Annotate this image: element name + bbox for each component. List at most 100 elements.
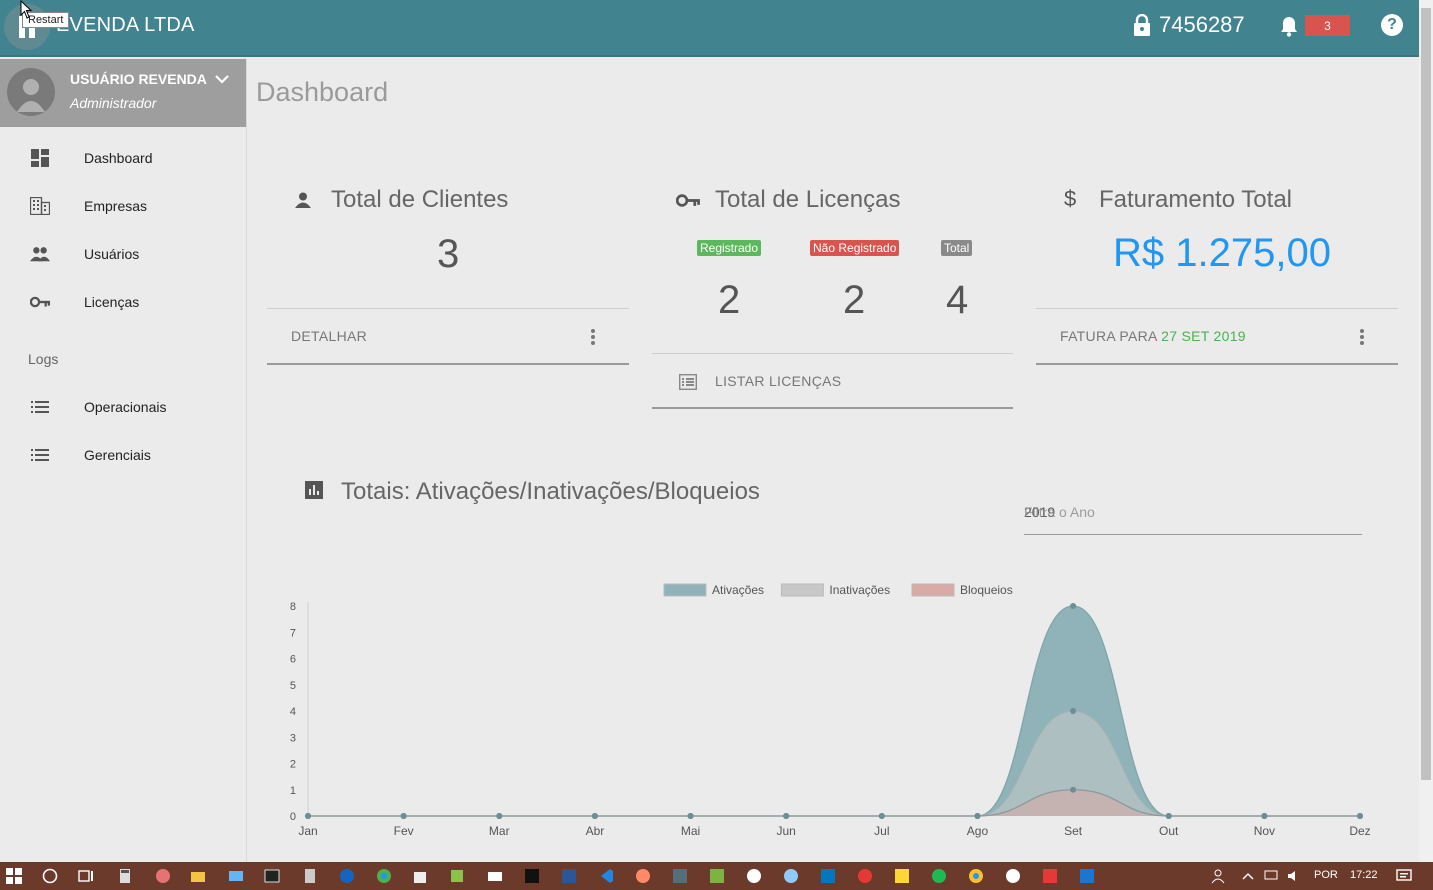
y-tick-label: 4 bbox=[290, 706, 296, 718]
clients-total-value: 3 bbox=[437, 232, 460, 276]
language-indicator[interactable]: POR bbox=[1314, 869, 1338, 881]
spotify-icon[interactable] bbox=[931, 868, 947, 884]
bell-icon[interactable] bbox=[1279, 15, 1299, 37]
app-icon[interactable] bbox=[339, 868, 355, 884]
sidebar-item-label: Operacionais bbox=[84, 399, 167, 415]
people-icon bbox=[30, 244, 50, 264]
list-icon bbox=[30, 445, 50, 465]
app-icon[interactable] bbox=[449, 868, 465, 884]
app-icon[interactable] bbox=[783, 868, 799, 884]
y-tick-label: 7 bbox=[290, 627, 296, 639]
people-tray-icon[interactable] bbox=[1210, 868, 1226, 884]
windows-taskbar: POR 17:22 bbox=[0, 862, 1433, 890]
card-bottom-border bbox=[1036, 363, 1398, 365]
chrome-icon[interactable] bbox=[968, 868, 984, 884]
sidebar-item-empresas[interactable]: Empresas bbox=[0, 186, 246, 226]
year-filter-input[interactable]: 2019 Filtra o Ano bbox=[1024, 504, 1362, 535]
legend-swatch bbox=[780, 583, 824, 597]
user-role: Administrador bbox=[70, 95, 157, 111]
y-tick-label: 2 bbox=[290, 759, 296, 771]
help-icon[interactable]: ? bbox=[1381, 14, 1403, 36]
calculator-icon[interactable] bbox=[117, 868, 133, 884]
sidebar-item-dashboard[interactable]: Dashboard bbox=[0, 138, 246, 178]
vscode-icon[interactable] bbox=[598, 868, 614, 884]
word-icon[interactable] bbox=[561, 868, 577, 884]
list-alt-icon bbox=[679, 374, 697, 390]
y-tick-label: 6 bbox=[290, 654, 296, 666]
sidebar-section-logs: Logs bbox=[28, 351, 59, 367]
legend-swatch bbox=[663, 583, 707, 597]
sidebar-item-gerenciais[interactable]: Gerenciais bbox=[0, 435, 246, 475]
data-point bbox=[878, 813, 885, 819]
invoice-date: 27 SET 2019 bbox=[1161, 328, 1246, 344]
sidebar-item-licencas[interactable]: Licenças bbox=[0, 282, 246, 322]
network-icon[interactable] bbox=[1263, 868, 1279, 884]
license-code-text: 7456287 bbox=[1159, 12, 1245, 37]
app-icon[interactable] bbox=[857, 868, 873, 884]
year-filter-label: Filtra o Ano bbox=[1024, 504, 1095, 520]
series-area-1 bbox=[308, 711, 1360, 816]
search-circle-icon[interactable] bbox=[42, 868, 58, 884]
app-icon[interactable] bbox=[635, 868, 651, 884]
card-bottom-border bbox=[652, 407, 1013, 409]
card-bottom-border bbox=[267, 363, 629, 365]
phpstorm-icon[interactable] bbox=[524, 868, 540, 884]
volume-icon[interactable] bbox=[1286, 868, 1302, 884]
data-point bbox=[1070, 603, 1077, 609]
terminal-icon[interactable] bbox=[264, 868, 280, 884]
folder-icon[interactable] bbox=[190, 868, 206, 884]
chrome-icon[interactable] bbox=[376, 868, 392, 884]
sidebar-item-operacionais[interactable]: Operacionais bbox=[0, 387, 246, 427]
unregistered-badge: Não Registrado bbox=[810, 240, 900, 256]
detail-button[interactable]: DETALHAR bbox=[291, 328, 367, 344]
x-tick-label: Out bbox=[1159, 824, 1179, 838]
trello-icon[interactable] bbox=[820, 868, 836, 884]
sidebar-item-usuarios[interactable]: Usuários bbox=[0, 234, 246, 274]
licenses-card-title: Total de Licenças bbox=[715, 186, 901, 213]
sidebar-item-label: Gerenciais bbox=[84, 447, 151, 463]
chart-title: Totais: Ativações/Inativações/Bloqueios bbox=[341, 478, 760, 505]
invoice-link[interactable]: FATURA PARA 27 SET 2019 bbox=[1060, 328, 1246, 344]
app-icon[interactable] bbox=[1079, 868, 1095, 884]
app-icon[interactable] bbox=[155, 868, 171, 884]
app-icon[interactable] bbox=[746, 868, 762, 884]
mail-icon[interactable] bbox=[487, 868, 503, 884]
key-icon bbox=[30, 292, 50, 312]
list-licenses-button[interactable]: LISTAR LICENÇAS bbox=[715, 373, 841, 389]
app-icon[interactable] bbox=[709, 868, 725, 884]
app-icon[interactable] bbox=[1005, 868, 1021, 884]
chevron-down-icon[interactable] bbox=[214, 73, 230, 87]
data-point bbox=[783, 813, 790, 819]
chevron-up-icon[interactable] bbox=[1240, 868, 1256, 884]
app-icon[interactable] bbox=[894, 868, 910, 884]
task-view-icon[interactable] bbox=[78, 868, 94, 884]
x-tick-label: Mar bbox=[489, 824, 510, 838]
data-point bbox=[496, 813, 503, 819]
notification-center-icon[interactable] bbox=[1396, 868, 1412, 884]
more-options-icon[interactable] bbox=[591, 329, 595, 347]
app-icon[interactable] bbox=[228, 868, 244, 884]
app-icon[interactable] bbox=[672, 868, 688, 884]
x-tick-label: Jul bbox=[874, 824, 889, 838]
unregistered-count: 2 bbox=[843, 278, 866, 322]
x-tick-label: Fev bbox=[394, 824, 414, 838]
dashboard-icon bbox=[30, 148, 50, 168]
store-icon[interactable] bbox=[412, 868, 428, 884]
more-options-icon[interactable] bbox=[1360, 329, 1364, 347]
legend-label: Bloqueios bbox=[960, 583, 1013, 597]
scrollbar-thumb[interactable] bbox=[1421, 8, 1431, 780]
data-point bbox=[974, 813, 981, 819]
user-panel[interactable]: USUÁRIO REVENDA Administrador bbox=[0, 59, 246, 127]
app-icon[interactable] bbox=[1042, 868, 1058, 884]
list-icon bbox=[30, 397, 50, 417]
y-tick-label: 8 bbox=[290, 601, 296, 613]
card-divider bbox=[1036, 308, 1398, 309]
brand-name[interactable]: EVENDA LTDA bbox=[56, 14, 195, 37]
windows-start-icon[interactable] bbox=[6, 868, 22, 884]
avatar bbox=[7, 68, 55, 116]
notification-badge[interactable]: 3 bbox=[1305, 15, 1350, 36]
y-tick-label: 1 bbox=[290, 785, 296, 797]
clock[interactable]: 17:22 bbox=[1350, 869, 1378, 881]
app-icon[interactable] bbox=[302, 868, 318, 884]
sidebar-item-label: Dashboard bbox=[84, 150, 153, 166]
